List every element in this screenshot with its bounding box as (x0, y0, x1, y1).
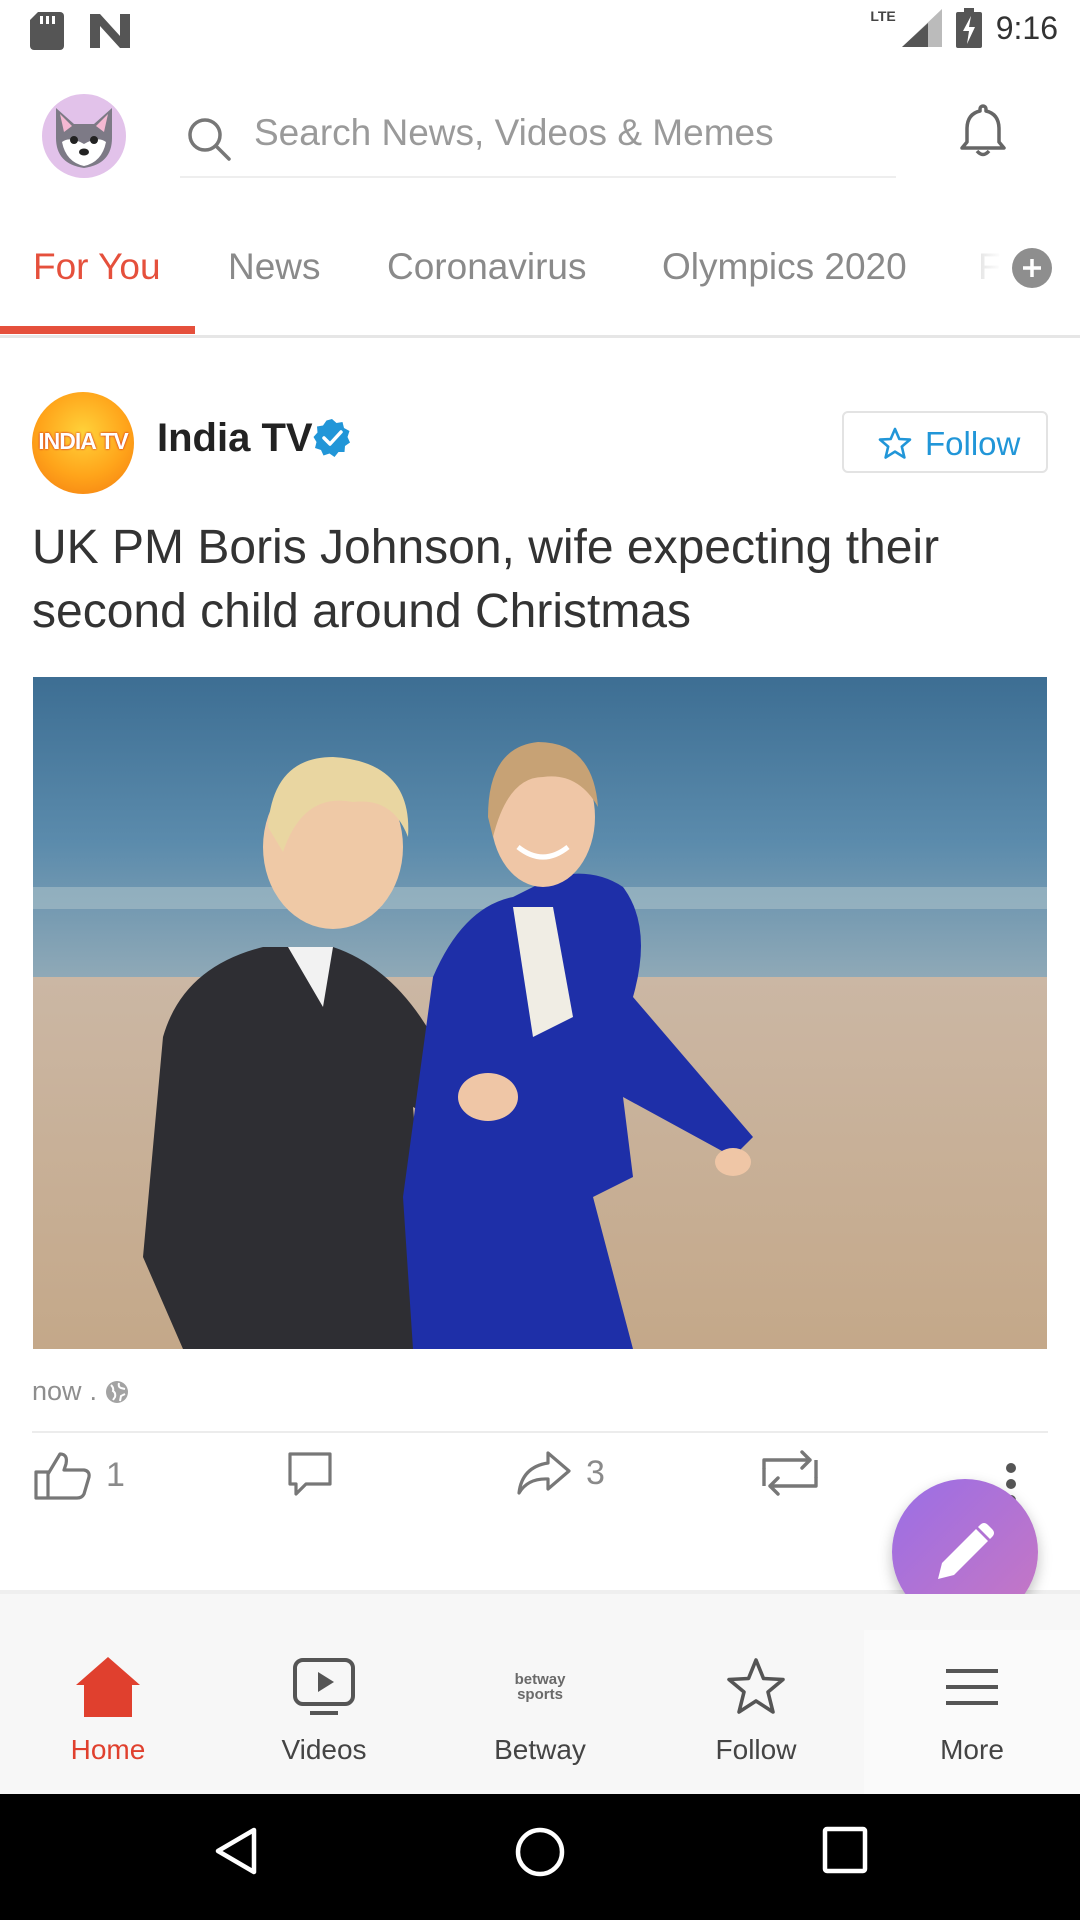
comment-icon (288, 1452, 332, 1496)
plus-icon (1023, 259, 1041, 277)
search-input[interactable]: Search News, Videos & Memes (180, 92, 896, 178)
bell-icon[interactable] (958, 102, 1008, 158)
bottom-navigation: Home Videos betwaysports Betway Follow (0, 1594, 1080, 1794)
repost-icon (762, 1450, 818, 1496)
top-bar: Search News, Videos & Memes (0, 62, 1080, 212)
fox-avatar-icon (56, 108, 112, 168)
thumbs-up-icon (34, 1452, 91, 1500)
nav-follow[interactable]: Follow (648, 1594, 864, 1794)
category-tabs: For You News Coronavirus Olympics 2020 F (0, 212, 1080, 338)
like-count: 1 (106, 1455, 125, 1494)
nav-follow-label: Follow (715, 1734, 797, 1765)
video-icon (293, 1658, 355, 1715)
home-icon (76, 1657, 140, 1717)
sd-card-icon (30, 12, 64, 50)
follow-button[interactable]: Follow (842, 411, 1048, 473)
clock: 9:16 (995, 9, 1058, 46)
like-button[interactable]: 1 (34, 1450, 125, 1500)
share-arrow-icon (517, 1451, 571, 1495)
share-count: 3 (586, 1453, 605, 1492)
nav-betway[interactable]: betway sports Betway (432, 1594, 648, 1794)
nav-more-label: More (940, 1734, 1004, 1765)
home-circle-icon[interactable] (514, 1826, 566, 1878)
nav-betway-label: Betway (494, 1734, 586, 1765)
search-icon (188, 118, 231, 161)
pencil-icon (938, 1523, 994, 1579)
follow-label: Follow (925, 425, 1021, 462)
nav-home[interactable]: Home (0, 1594, 216, 1794)
nav-more[interactable]: More (864, 1594, 1080, 1794)
betway-sports-logo: betway sports (514, 1671, 566, 1703)
beach-couple-photo (33, 677, 1047, 1349)
tab-for-you[interactable]: For You (33, 246, 161, 288)
meta-separator: . (89, 1376, 98, 1406)
signal-icon (901, 9, 942, 47)
nav-videos-label: Videos (281, 1734, 367, 1765)
verified-badge-icon (313, 419, 350, 457)
globe-icon (106, 1380, 129, 1403)
star-icon (727, 1658, 785, 1714)
source-logo[interactable]: INDIA TV (32, 392, 134, 494)
nav-home-label: Home (70, 1734, 146, 1765)
search-placeholder: Search News, Videos & Memes (254, 112, 774, 153)
source-logo-text: INDIA TV (38, 428, 129, 454)
comment-button[interactable] (286, 1450, 334, 1498)
tab-news[interactable]: News (228, 246, 321, 288)
n-notification-icon (90, 14, 130, 48)
battery-charging-icon (955, 8, 982, 48)
avatar[interactable] (42, 94, 126, 178)
post-time: now (32, 1376, 82, 1406)
post-meta: now . (32, 1376, 129, 1407)
post-image[interactable] (33, 677, 1047, 1349)
share-button[interactable]: 3 (516, 1450, 605, 1496)
network-type: LTE (870, 8, 896, 24)
status-bar: LTE 9:16 (0, 0, 1080, 62)
add-tab-button[interactable] (1012, 248, 1052, 288)
star-outline-icon (878, 427, 912, 459)
back-icon[interactable] (214, 1826, 258, 1876)
source-name[interactable]: India TV (157, 416, 313, 461)
tab-olympics-2020[interactable]: Olympics 2020 (662, 246, 907, 288)
post-headline[interactable]: UK PM Boris Johnson, wife expecting thei… (32, 516, 1032, 644)
tab-coronavirus[interactable]: Coronavirus (387, 246, 586, 288)
system-navigation-bar (0, 1794, 1080, 1920)
repost-button[interactable] (758, 1450, 822, 1496)
recents-icon[interactable] (822, 1826, 868, 1874)
active-tab-indicator (0, 326, 195, 334)
meta-divider (32, 1431, 1048, 1433)
menu-icon (946, 1669, 998, 1705)
nav-videos[interactable]: Videos (216, 1594, 432, 1794)
